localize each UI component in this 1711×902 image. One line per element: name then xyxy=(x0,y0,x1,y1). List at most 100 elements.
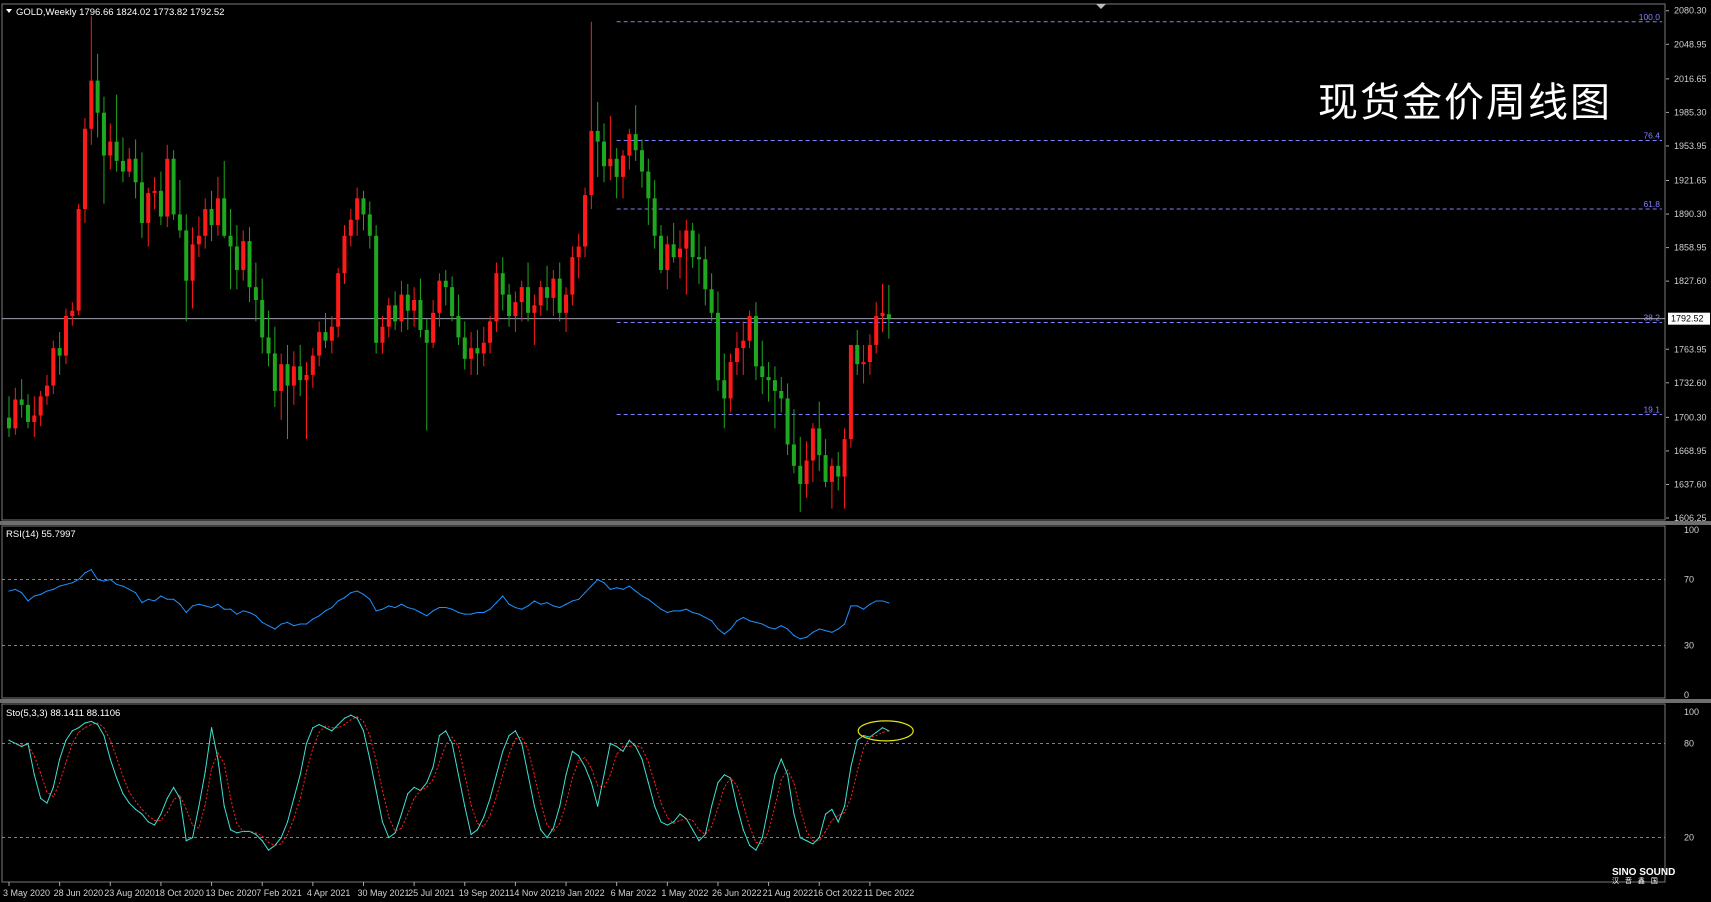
rsi-header: RSI(14) 55.7997 xyxy=(6,529,76,540)
stoch-main-point xyxy=(824,813,827,815)
stoch-main-point xyxy=(407,793,409,795)
stoch-signal-point xyxy=(230,797,232,799)
candle-body xyxy=(658,235,663,271)
rsi-point xyxy=(723,633,725,635)
stoch-signal-point xyxy=(52,796,54,798)
stoch-signal-point xyxy=(432,779,434,781)
rsi-point xyxy=(546,602,548,604)
rsi-point xyxy=(559,606,561,609)
pane-separator[interactable] xyxy=(0,521,1711,525)
stoch-signal-point xyxy=(723,786,725,788)
stoch-signal-point xyxy=(211,768,213,770)
stoch-main-point xyxy=(128,802,130,804)
stoch-main-point xyxy=(540,829,542,831)
stoch-signal-point xyxy=(173,799,175,801)
stoch-signal-point xyxy=(812,840,814,842)
stoch-main-point xyxy=(160,813,162,815)
candle-body xyxy=(405,294,410,311)
candle-body xyxy=(190,244,195,281)
stoch-signal-point xyxy=(641,747,643,749)
rsi-point xyxy=(141,602,143,604)
rsi-point xyxy=(666,611,668,614)
stoch-tick-label: 80 xyxy=(1684,738,1694,748)
rsi-point xyxy=(451,608,453,610)
rsi-point xyxy=(236,613,238,615)
stoch-signal-point xyxy=(40,772,42,774)
candle-body xyxy=(760,366,765,378)
rsi-point xyxy=(90,569,92,571)
rsi-point xyxy=(33,595,35,597)
rsi-point xyxy=(261,621,263,624)
rsi-tick-label: 70 xyxy=(1684,575,1694,585)
candle-body xyxy=(677,248,682,258)
candle-body xyxy=(728,362,733,399)
stoch-main-point xyxy=(603,774,605,776)
stoch-main-point xyxy=(521,742,523,745)
candle-body xyxy=(595,130,600,142)
candle-body xyxy=(374,235,379,343)
stoch-signal-point xyxy=(65,761,67,763)
stoch-signal-point xyxy=(426,786,428,788)
stoch-signal-point xyxy=(179,794,181,796)
stoch-main-point xyxy=(46,802,48,804)
candle-body xyxy=(602,141,607,167)
time-tick-label: 21 Aug 2022 xyxy=(763,888,814,898)
candle-body xyxy=(886,314,891,319)
stoch-signal-point xyxy=(514,738,516,740)
stoch-main-point xyxy=(400,813,403,815)
stoch-main-point xyxy=(381,821,384,823)
stoch-main-point xyxy=(717,782,719,784)
stoch-signal-point xyxy=(78,731,80,733)
rsi-point xyxy=(217,603,219,605)
rsi-point xyxy=(274,628,276,630)
stoch-signal-point xyxy=(198,827,200,829)
rsi-point xyxy=(109,578,111,581)
rsi-point xyxy=(71,582,73,584)
candle-body xyxy=(709,289,714,313)
rsi-point xyxy=(305,623,308,625)
rsi-point xyxy=(679,610,681,612)
stoch-main-point xyxy=(236,832,238,834)
rsi-pane[interactable] xyxy=(1,525,1666,699)
candle-body xyxy=(538,287,543,306)
stoch-main-point xyxy=(255,833,257,836)
candle-body xyxy=(317,332,322,356)
price-tick-label: 1858.95 xyxy=(1674,243,1707,253)
stoch-main-point xyxy=(673,821,675,823)
stoch-signal-point xyxy=(806,830,808,832)
stoch-pane[interactable] xyxy=(1,703,1666,883)
pane-separator[interactable] xyxy=(0,699,1711,703)
rsi-point xyxy=(14,588,16,591)
stoch-main-point xyxy=(147,821,149,823)
stoch-main-point xyxy=(445,730,447,732)
candle-body xyxy=(513,302,518,317)
stoch-signal-point xyxy=(647,761,649,763)
stoch-main-point xyxy=(52,786,54,788)
rsi-point xyxy=(286,621,289,624)
candle-body xyxy=(310,355,315,375)
candle-body xyxy=(228,235,233,247)
rsi-point xyxy=(438,606,441,609)
stoch-signal-point xyxy=(660,802,662,804)
rsi-point xyxy=(875,600,877,602)
rsi-point xyxy=(52,588,54,591)
stoch-signal-point xyxy=(666,816,668,818)
stoch-main-point xyxy=(514,730,517,732)
stoch-main-point xyxy=(495,774,498,776)
rsi-point xyxy=(711,620,713,622)
stoch-signal-point xyxy=(122,775,124,777)
stoch-main-point xyxy=(666,824,668,826)
stoch-signal-point xyxy=(331,727,333,729)
candle-body xyxy=(848,344,853,440)
stoch-main-point xyxy=(647,782,649,784)
stoch-main-point xyxy=(831,808,833,810)
stoch-main-point xyxy=(805,840,808,842)
stoch-main-point xyxy=(742,829,744,831)
stoch-signal-point xyxy=(590,768,592,770)
rsi-point xyxy=(843,623,846,625)
time-tick-label: 23 Aug 2020 xyxy=(104,888,155,898)
rsi-tick-label: 0 xyxy=(1684,690,1689,700)
time-tick-label: 18 Oct 2020 xyxy=(155,888,204,898)
stoch-main-point xyxy=(875,731,877,734)
candle-body xyxy=(272,353,277,391)
